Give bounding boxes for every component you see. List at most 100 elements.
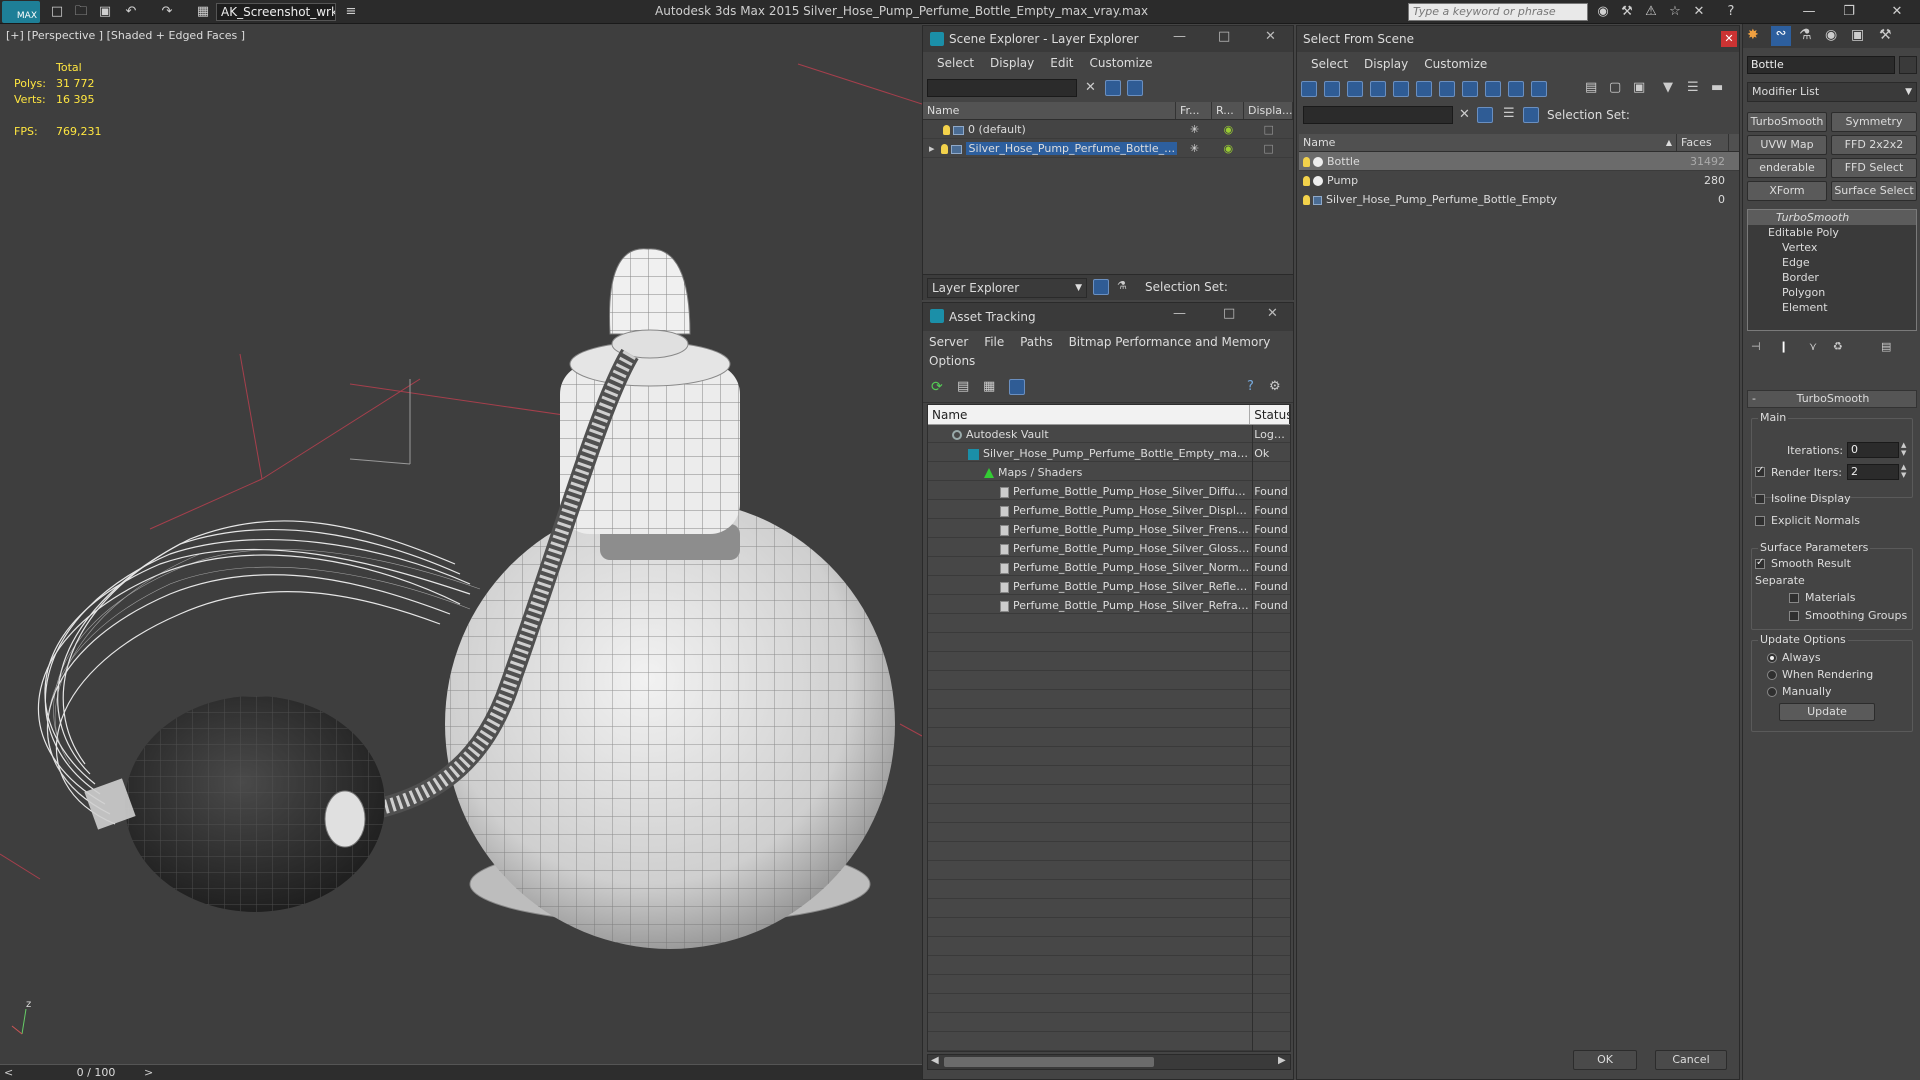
menu-edit[interactable]: Edit (1042, 56, 1081, 70)
asset-row[interactable]: Perfume_Bottle_Pump_Hose_Silver_Refrac..… (928, 596, 1290, 615)
freeze-icon[interactable]: ✳ (1177, 120, 1213, 138)
open-folder-icon[interactable]: 🗀 (72, 3, 90, 21)
menu-select[interactable]: Select (929, 56, 982, 70)
close-icon[interactable]: ✕ (1267, 306, 1278, 321)
object-row-bottle[interactable]: Bottle 31492 (1299, 152, 1739, 171)
filter-groups-icon[interactable] (1439, 81, 1455, 97)
new-file-icon[interactable]: □ (48, 3, 66, 21)
filter-cameras-icon[interactable] (1370, 81, 1386, 97)
object-row-group[interactable]: Silver_Hose_Pump_Perfume_Bottle_Empty 0 (1299, 190, 1739, 209)
thumbnail-view-icon[interactable]: ▦ (983, 379, 995, 394)
filter-lights-icon[interactable] (1347, 81, 1363, 97)
lightbulb-icon[interactable] (1303, 176, 1310, 186)
lightbulb-icon[interactable] (940, 144, 948, 154)
menu-file[interactable]: File (984, 335, 1004, 349)
make-unique-icon[interactable]: ⋎ (1809, 340, 1817, 353)
scene-explorer-search-input[interactable] (927, 79, 1077, 97)
col-name[interactable]: Name (923, 102, 1176, 119)
smooth-result-checkbox[interactable]: Smooth Result (1755, 557, 1851, 570)
next-frame-icon[interactable]: > (144, 1066, 153, 1079)
close-icon[interactable]: ✕ (1721, 31, 1737, 47)
select-invert-icon[interactable]: ▣ (1633, 80, 1645, 95)
explicit-normals-checkbox[interactable]: Explicit Normals (1755, 514, 1860, 527)
help-icon[interactable]: ? (1722, 3, 1740, 21)
asset-row[interactable]: Perfume_Bottle_Pump_Hose_Silver_Displa..… (928, 501, 1290, 520)
options-icon[interactable]: ▬ (1711, 80, 1723, 95)
asset-row[interactable]: Perfume_Bottle_Pump_Hose_Silver_Reflec..… (928, 577, 1290, 596)
minimize-icon[interactable]: — (1173, 29, 1186, 44)
remove-modifier-icon[interactable]: ♻ (1833, 340, 1843, 353)
time-slider[interactable]: < 0 / 100 > (0, 1064, 922, 1080)
modifier-button-uvw-map[interactable]: UVW Map (1747, 135, 1827, 155)
stack-item-element[interactable]: Element (1748, 300, 1916, 315)
restore-icon[interactable]: ❐ (1840, 3, 1858, 21)
binoculars-icon[interactable]: ◉ (1594, 3, 1612, 21)
search-input[interactable]: Type a keyword or phrase (1408, 3, 1588, 21)
cancel-button[interactable]: Cancel (1655, 1050, 1727, 1070)
modifier-button-ffd-select[interactable]: FFD Select (1831, 158, 1917, 178)
filter-helpers-icon[interactable] (1393, 81, 1409, 97)
ok-button[interactable]: OK (1573, 1050, 1637, 1070)
help-icon[interactable]: ? (1247, 379, 1254, 394)
undo-icon[interactable]: ↶ (122, 3, 140, 21)
menu-customize[interactable]: Customize (1416, 57, 1495, 71)
display-box-icon[interactable]: □ (1244, 139, 1293, 157)
render-iters-spinner[interactable]: 2 (1847, 464, 1899, 480)
utilities-tab-icon[interactable]: ⚒ (1879, 27, 1892, 43)
asset-row[interactable]: Perfume_Bottle_Pump_Hose_Silver_Diffus..… (928, 482, 1290, 501)
object-color-swatch[interactable] (1899, 56, 1917, 74)
table-view-icon[interactable] (1009, 379, 1025, 395)
always-radio[interactable]: Always (1767, 651, 1821, 664)
stack-item-polygon[interactable]: Polygon (1748, 285, 1916, 300)
menu-display[interactable]: Display (1356, 57, 1416, 71)
render-teapot-icon[interactable]: ◉ (1212, 120, 1244, 138)
filter-toggle-icon[interactable] (1477, 107, 1493, 123)
scroll-left-icon[interactable]: ◀ (931, 1055, 939, 1066)
asset-row[interactable]: Perfume_Bottle_Pump_Hose_Silver_Frense..… (928, 520, 1290, 539)
clear-search-icon[interactable]: ✕ (1459, 107, 1470, 122)
lightbulb-icon[interactable] (943, 125, 950, 135)
minimize-icon[interactable]: — (1800, 3, 1818, 21)
modifier-button-turbosmooth[interactable]: TurboSmooth (1747, 112, 1827, 132)
col-status[interactable]: Status (1250, 405, 1290, 424)
col-freeze[interactable]: Fr... (1176, 102, 1212, 119)
app-logo[interactable]: MAX (2, 1, 40, 23)
layer-row[interactable]: ▸ Silver_Hose_Pump_Perfume_Bottle_E... ✳ … (923, 139, 1293, 158)
modify-tab-icon[interactable]: ∾ (1771, 26, 1791, 46)
turbosmooth-rollout-header[interactable]: - TurboSmooth (1747, 390, 1917, 408)
close-icon[interactable]: ✕ (1888, 3, 1906, 21)
expand-arrow-icon[interactable]: ▸ (929, 142, 935, 155)
filter-geometry-icon[interactable] (1301, 81, 1317, 97)
prev-frame-icon[interactable]: < (4, 1066, 13, 1079)
create-tab-icon[interactable]: ✸ (1747, 27, 1759, 43)
iterations-spinner[interactable]: 0 (1847, 442, 1899, 458)
motion-tab-icon[interactable]: ◉ (1825, 27, 1837, 43)
maximize-icon[interactable]: □ (1218, 29, 1230, 44)
layers-icon[interactable]: ☰ (1503, 106, 1515, 121)
layer-mode-icon[interactable] (1093, 279, 1109, 295)
freeze-icon[interactable]: ✳ (1177, 139, 1213, 157)
settings-icon[interactable]: ⚙ (1269, 379, 1281, 394)
star-icon[interactable]: ☆ (1666, 3, 1684, 21)
display-tab-icon[interactable]: ▣ (1851, 27, 1864, 43)
layer-row[interactable]: 0 (default) ✳ ◉ □ (923, 120, 1293, 139)
col-faces[interactable]: Faces (1677, 134, 1729, 151)
col-render[interactable]: R... (1212, 102, 1244, 119)
spinner-arrows-icon[interactable]: ▲ ▼ (1901, 441, 1906, 457)
explorer-type-dropdown[interactable]: Layer Explorer ▼ (927, 278, 1087, 298)
filter-frozen-icon[interactable] (1531, 81, 1547, 97)
scroll-right-icon[interactable]: ▶ (1278, 1055, 1286, 1066)
scroll-thumb[interactable] (944, 1057, 1154, 1067)
show-end-result-icon[interactable]: ❙ (1779, 340, 1788, 353)
pin-stack-icon[interactable]: ⊣ (1751, 340, 1761, 353)
redo-icon[interactable]: ↷ (158, 3, 176, 21)
col-name[interactable]: Name (928, 405, 1251, 424)
modifier-list-dropdown[interactable]: Modifier List ▼ (1747, 82, 1917, 102)
filter-xrefs-icon[interactable] (1462, 81, 1478, 97)
menu-bitmap-performance[interactable]: Bitmap Performance and Memory (1069, 335, 1271, 349)
spinner-arrows-icon[interactable]: ▲ ▼ (1901, 463, 1906, 479)
menu-display[interactable]: Display (982, 56, 1042, 70)
filter-bones-icon[interactable] (1485, 81, 1501, 97)
lightbulb-icon[interactable] (1303, 157, 1310, 167)
object-name-input[interactable]: Bottle (1747, 56, 1895, 74)
